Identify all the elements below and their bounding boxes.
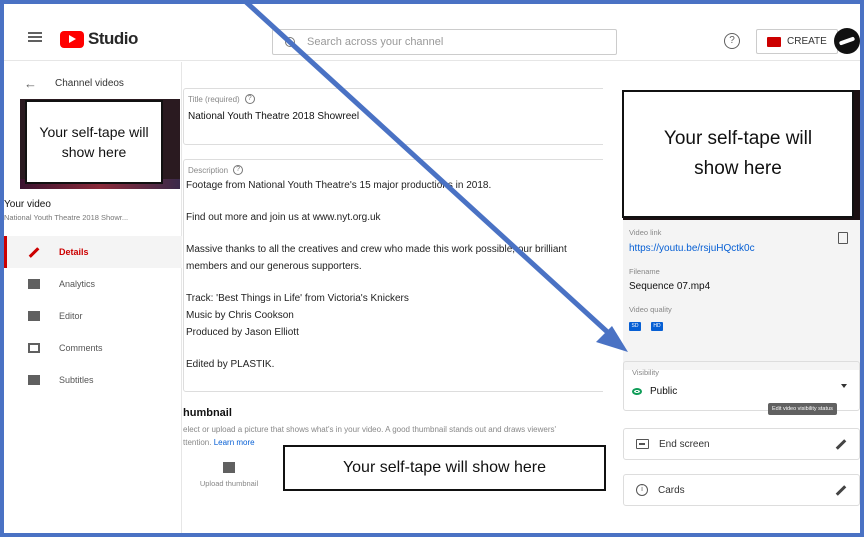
editor-icon	[28, 311, 40, 321]
analytics-icon	[28, 279, 40, 289]
comments-icon	[28, 343, 40, 353]
eye-icon	[632, 388, 642, 395]
description-line: members and our generous supporters.	[186, 261, 362, 272]
chevron-down-icon	[841, 384, 847, 388]
info-icon: i	[636, 484, 648, 496]
sidebar-item-label: Editor	[59, 311, 83, 321]
title-label: Title (required)	[188, 94, 240, 104]
self-tape-placeholder-bottom: Your self-tape will show here	[283, 445, 606, 491]
copy-icon[interactable]	[838, 232, 848, 244]
sd-badge-icon: SD	[629, 322, 641, 331]
edit-pencil-icon[interactable]	[835, 484, 847, 496]
add-image-icon	[223, 462, 235, 473]
description-line: Music by Chris Cookson	[186, 310, 294, 321]
sidebar-item-label: Comments	[59, 343, 103, 353]
title-value: National Youth Theatre 2018 Showreel	[188, 111, 360, 122]
description-line: Massive thanks to all the creatives and …	[186, 244, 567, 255]
visibility-value-row: Public	[632, 386, 677, 397]
end-screen-icon	[636, 439, 649, 449]
video-link[interactable]: https://youtu.be/rsjuHQctk0c	[629, 243, 755, 254]
your-video-title: Your video	[4, 199, 51, 210]
end-screen-label: End screen	[659, 438, 710, 450]
your-video-subtitle: National Youth Theatre 2018 Showr...	[4, 213, 129, 222]
thumbnail-desc-text: elect or upload a picture that shows wha…	[183, 425, 557, 434]
help-icon[interactable]: ?	[724, 33, 740, 49]
sidebar-item-editor[interactable]: Editor	[4, 300, 182, 332]
edit-pencil-icon[interactable]	[835, 438, 847, 450]
back-to-channel-videos[interactable]: ← Channel videos	[24, 76, 124, 91]
help-icon[interactable]: ?	[233, 165, 244, 175]
logo-text: Studio	[88, 29, 138, 48]
cards-row[interactable]: i Cards	[623, 474, 860, 506]
video-camera-icon	[767, 36, 781, 47]
upload-thumbnail-button[interactable]: Upload thumbnail	[193, 442, 265, 508]
self-tape-placeholder-right: Your self-tape will show here	[622, 90, 854, 218]
top-bar: Studio Search across your channel ? CREA…	[4, 4, 860, 61]
sidebar-item-comments[interactable]: Comments	[4, 332, 182, 364]
filename-label: Filename	[629, 267, 660, 276]
end-screen-row[interactable]: End screen	[623, 428, 860, 460]
subtitles-icon	[28, 375, 40, 385]
upload-thumbnail-label: Upload thumbnail	[199, 479, 259, 488]
help-icon[interactable]: ?	[244, 94, 255, 104]
search-icon	[285, 37, 295, 47]
search-input[interactable]: Search across your channel	[272, 29, 617, 55]
description-line: Find out more and join us at www.nyt.org…	[186, 212, 381, 223]
description-line: Edited by PLASTIK.	[186, 359, 275, 370]
visibility-value: Public	[650, 386, 678, 397]
video-link-label: Video link	[629, 228, 662, 237]
menu-icon[interactable]	[28, 32, 42, 42]
visibility-label: Visibility	[632, 368, 659, 377]
description-line: Produced by Jason Elliott	[186, 327, 299, 338]
create-button[interactable]: CREATE	[756, 29, 838, 54]
sidebar-item-analytics[interactable]: Analytics	[4, 268, 182, 300]
description-line: Track: 'Best Things in Life' from Victor…	[186, 293, 409, 304]
sidebar-item-label: Details	[59, 247, 89, 257]
title-label-row: Title (required) ?	[188, 94, 255, 104]
back-label: Channel videos	[55, 78, 124, 89]
create-label: CREATE	[787, 36, 827, 47]
self-tape-placeholder-left: Your self-tape will show here	[25, 100, 163, 184]
search-placeholder: Search across your channel	[307, 36, 444, 48]
hd-badge-icon: HD	[651, 322, 663, 331]
sidebar-item-label: Analytics	[59, 279, 96, 289]
sidebar-item-details[interactable]: Details	[4, 236, 182, 268]
studio-logo[interactable]: Studio	[60, 29, 138, 49]
sidebar-item-label: Subtitles	[59, 375, 94, 385]
thumbnail-heading: humbnail	[183, 407, 232, 419]
pencil-icon	[28, 246, 40, 258]
description-label-row: Description ?	[188, 165, 244, 175]
back-arrow-icon: ←	[24, 76, 37, 91]
sidebar-item-subtitles[interactable]: Subtitles	[4, 364, 182, 396]
video-quality-label: Video quality	[629, 305, 672, 314]
cards-label: Cards	[658, 484, 685, 496]
visibility-tooltip: Edit video visibility status	[768, 403, 837, 415]
description-field[interactable]: Description ? Footage from National Yout…	[183, 159, 608, 392]
youtube-play-icon	[60, 30, 84, 48]
title-field[interactable]: Title (required) ? National Youth Theatr…	[183, 88, 608, 145]
filename: Sequence 07.mp4	[629, 281, 711, 292]
description-label: Description	[188, 165, 229, 175]
video-quality-badges: SD HD	[629, 322, 663, 331]
description-line: Footage from National Youth Theatre's 15…	[186, 180, 492, 191]
avatar[interactable]	[834, 28, 860, 54]
